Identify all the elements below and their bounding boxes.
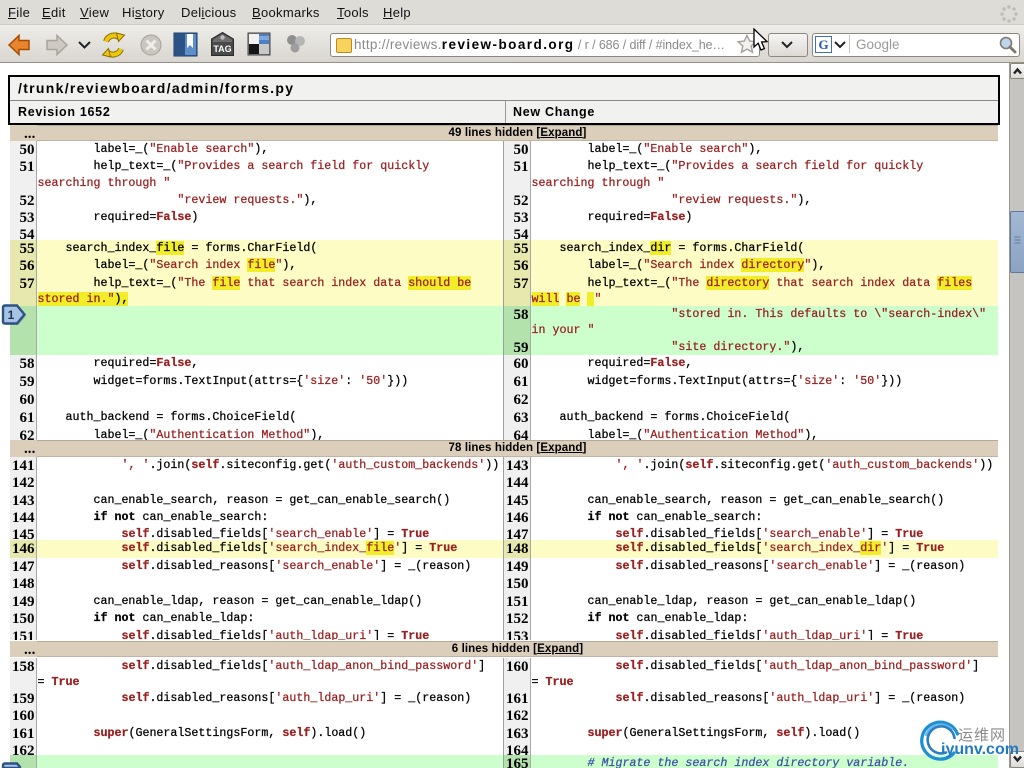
svg-text:TAG: TAG: [213, 44, 231, 54]
svg-text:1: 1: [8, 308, 15, 322]
